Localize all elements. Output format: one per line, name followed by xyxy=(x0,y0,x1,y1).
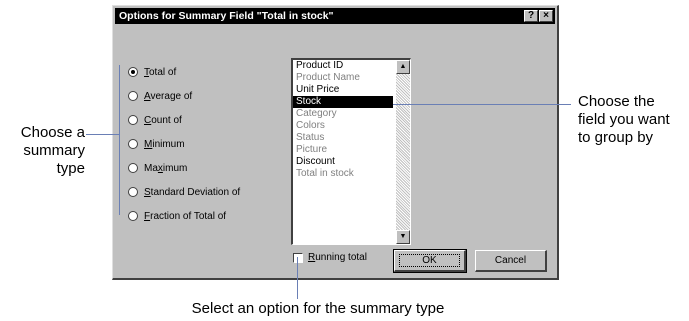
help-button[interactable]: ? xyxy=(524,10,538,22)
radio-total-of[interactable]: Total of xyxy=(128,64,176,80)
radio-maximum[interactable]: Maximum xyxy=(128,160,187,176)
list-item-category[interactable]: Category xyxy=(293,108,393,120)
radio-fraction-of-total-of[interactable]: Fraction of Total of xyxy=(128,208,226,224)
radio-label: Average of xyxy=(144,90,193,102)
radio-label: Fraction of Total of xyxy=(144,210,227,222)
callout-summary-type: Choose a summary type xyxy=(20,124,85,177)
ok-button-label: OK xyxy=(399,254,460,267)
radio-count-of[interactable]: Count of xyxy=(128,112,182,128)
field-list: Product ID Product Name Unit Price Stock… xyxy=(293,60,393,180)
list-item-total-in-stock[interactable]: Total in stock xyxy=(293,168,393,180)
dialog-titlebar: Options for Summary Field "Total in stoc… xyxy=(115,8,555,24)
radio-button[interactable] xyxy=(128,163,138,173)
radio-button[interactable] xyxy=(128,91,138,101)
radio-button[interactable] xyxy=(128,211,138,221)
summary-options-dialog: Options for Summary Field "Total in stoc… xyxy=(112,5,559,280)
callout-line-bottom xyxy=(297,257,298,299)
list-item-picture[interactable]: Picture xyxy=(293,144,393,156)
close-button[interactable]: × xyxy=(539,10,553,22)
list-item-product-id[interactable]: Product ID xyxy=(293,60,393,72)
dialog-title: Options for Summary Field "Total in stoc… xyxy=(119,10,334,22)
radio-minimum[interactable]: Minimum xyxy=(128,136,185,152)
radio-button[interactable] xyxy=(128,115,138,125)
listbox-scrollbar[interactable]: ▲ ▼ xyxy=(396,60,410,244)
list-item-product-name[interactable]: Product Name xyxy=(293,72,393,84)
radio-label: Total of xyxy=(144,66,177,78)
checkbox-label: Running total xyxy=(308,252,367,263)
list-item-discount[interactable]: Discount xyxy=(293,156,393,168)
callout-line-right xyxy=(393,104,571,105)
radio-label: Count of xyxy=(144,114,182,126)
radio-button[interactable] xyxy=(128,187,138,197)
callout-group-by-field: Choose the field you want to group by xyxy=(578,93,670,146)
list-item-colors[interactable]: Colors xyxy=(293,120,393,132)
callout-running-total: Select an option for the summary type xyxy=(191,300,445,317)
radio-average-of[interactable]: Average of xyxy=(128,88,192,104)
list-item-stock[interactable]: Stock xyxy=(293,96,393,108)
checkbox-box[interactable] xyxy=(293,252,303,263)
group-by-field-listbox[interactable]: Product ID Product Name Unit Price Stock… xyxy=(291,58,411,245)
ok-button[interactable]: OK xyxy=(393,249,467,273)
radio-standard-deviation-of[interactable]: Standard Deviation of xyxy=(128,184,240,200)
radio-button[interactable] xyxy=(128,139,138,149)
radio-label: Standard Deviation of xyxy=(144,186,241,198)
scroll-down-arrow-icon[interactable]: ▼ xyxy=(396,230,410,244)
callout-line-left xyxy=(86,134,119,135)
running-total-checkbox[interactable]: Running total xyxy=(293,252,367,263)
list-item-status[interactable]: Status xyxy=(293,132,393,144)
radio-button-selected[interactable] xyxy=(128,67,138,77)
list-item-unit-price[interactable]: Unit Price xyxy=(293,84,393,96)
radio-label: Minimum xyxy=(144,138,185,150)
radio-label: Maximum xyxy=(144,162,188,174)
callout-bracket-left xyxy=(119,65,120,215)
cancel-button[interactable]: Cancel xyxy=(475,250,547,272)
scroll-up-arrow-icon[interactable]: ▲ xyxy=(396,60,410,74)
